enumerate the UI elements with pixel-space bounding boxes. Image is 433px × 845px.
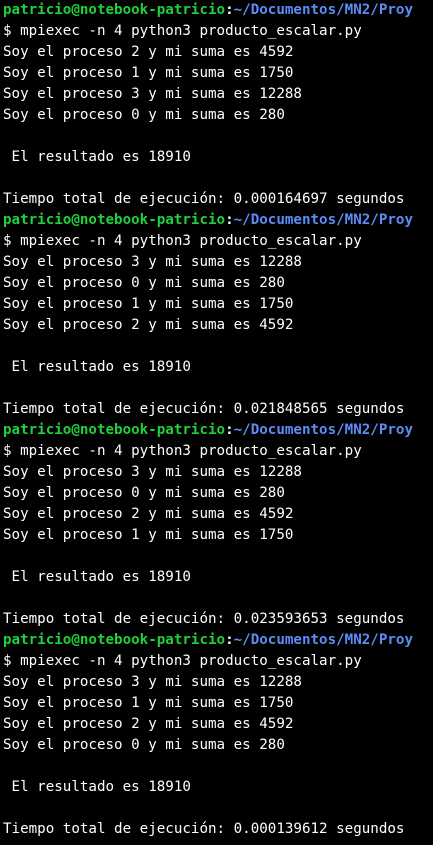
output-line: Soy el proceso 0 y mi suma es 280: [3, 107, 285, 123]
prompt-path: ~/Documentos/MN2/Proy: [233, 2, 414, 18]
prompt-user-host: patricio@notebook-patricio: [3, 632, 226, 648]
prompt-line: patricio@notebook-patricio:~/Documentos/…: [0, 210, 433, 231]
prompt-separator: :: [225, 2, 234, 18]
prompt-separator: :: [225, 422, 234, 438]
result-line: El resultado es 18910: [3, 359, 191, 375]
time-line: Tiempo total de ejecución: 0.021848565 s…: [3, 401, 405, 417]
prompt-path: ~/Documentos/MN2/Proy: [233, 422, 414, 438]
output-line: Soy el proceso 0 y mi suma es 280: [3, 275, 285, 291]
prompt-user-host: patricio@notebook-patricio: [3, 2, 226, 18]
prompt-separator: :: [225, 212, 234, 228]
output-line: Soy el proceso 1 y mi suma es 1750: [3, 296, 294, 312]
command-line: $ mpiexec -n 4 python3 producto_escalar.…: [3, 23, 362, 39]
prompt-path: ~/Documentos/MN2/Proy: [233, 632, 414, 648]
command-line: $ mpiexec -n 4 python3 producto_escalar.…: [3, 443, 362, 459]
prompt-line: patricio@notebook-patricio:~/Documentos/…: [0, 420, 433, 441]
output-line: Soy el proceso 3 y mi suma es 12288: [3, 464, 302, 480]
prompt-user-host: patricio@notebook-patricio: [3, 422, 226, 438]
output-line: Soy el proceso 1 y mi suma es 1750: [3, 527, 294, 543]
output-line: Soy el proceso 2 y mi suma es 4592: [3, 317, 294, 333]
output-line: Soy el proceso 1 y mi suma es 1750: [3, 65, 294, 81]
output-line: Soy el proceso 3 y mi suma es 12288: [3, 674, 302, 690]
output-line: Soy el proceso 0 y mi suma es 280: [3, 737, 285, 753]
command-line: $ mpiexec -n 4 python3 producto_escalar.…: [3, 653, 362, 669]
result-line: El resultado es 18910: [3, 569, 191, 585]
output-line: Soy el proceso 2 y mi suma es 4592: [3, 506, 294, 522]
output-line: Soy el proceso 1 y mi suma es 1750: [3, 695, 294, 711]
time-line: Tiempo total de ejecución: 0.000139612 s…: [3, 821, 405, 837]
output-line: Soy el proceso 0 y mi suma es 280: [3, 485, 285, 501]
result-line: El resultado es 18910: [3, 149, 191, 165]
output-line: Soy el proceso 2 y mi suma es 4592: [3, 44, 294, 60]
output-line: Soy el proceso 3 y mi suma es 12288: [3, 254, 302, 270]
time-line: Tiempo total de ejecución: 0.023593653 s…: [3, 611, 405, 627]
prompt-line: patricio@notebook-patricio:~/Documentos/…: [0, 0, 433, 21]
result-line: El resultado es 18910: [3, 779, 191, 795]
terminal-window[interactable]: patricio@notebook-patricio:~/Documentos/…: [0, 0, 433, 845]
prompt-separator: :: [225, 632, 234, 648]
time-line: Tiempo total de ejecución: 0.000164697 s…: [3, 191, 405, 207]
output-line: Soy el proceso 2 y mi suma es 4592: [3, 716, 294, 732]
prompt-path: ~/Documentos/MN2/Proy: [233, 212, 414, 228]
prompt-line: patricio@notebook-patricio:~/Documentos/…: [0, 630, 433, 651]
command-line: $ mpiexec -n 4 python3 producto_escalar.…: [3, 233, 362, 249]
output-line: Soy el proceso 3 y mi suma es 12288: [3, 86, 302, 102]
prompt-user-host: patricio@notebook-patricio: [3, 212, 226, 228]
